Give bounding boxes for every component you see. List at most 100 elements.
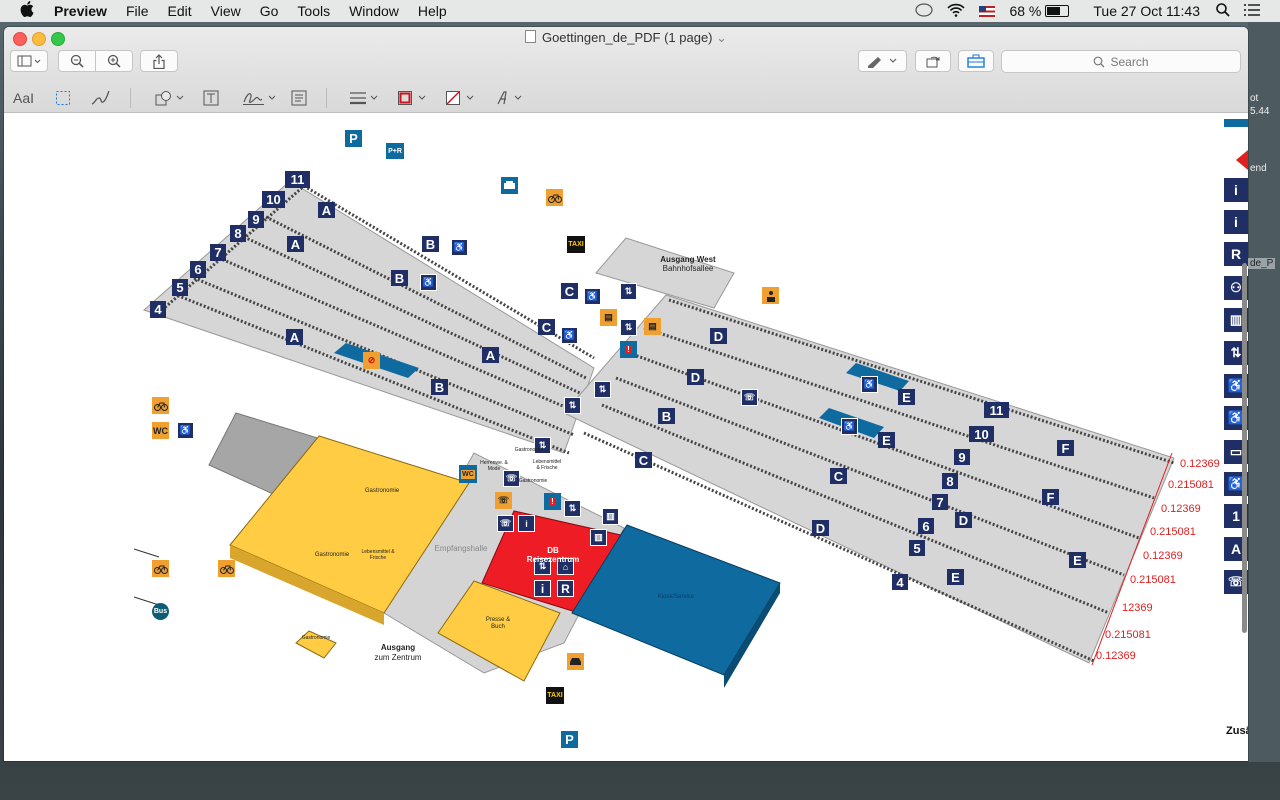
- zoom-out-icon: [70, 54, 84, 68]
- menu-edit[interactable]: Edit: [168, 3, 192, 19]
- elevator-icon: ⇅: [564, 500, 581, 517]
- sector-sign: E: [898, 389, 915, 405]
- sector-sign: A: [286, 329, 303, 345]
- track-number: 5: [909, 540, 925, 556]
- vertical-scrollbar[interactable]: [1242, 263, 1247, 633]
- measurement-label[interactable]: 0.12369: [1161, 503, 1201, 515]
- phone-icon: ☏: [495, 492, 512, 509]
- sector-sign: F: [1057, 440, 1074, 456]
- search-field[interactable]: Search: [1001, 50, 1241, 73]
- zoom-out-button[interactable]: [58, 50, 96, 72]
- title-chevron-icon[interactable]: ⌄: [716, 30, 727, 45]
- bg-text: ot: [1250, 93, 1259, 104]
- bg-text: de_P: [1248, 258, 1276, 269]
- spotlight-search-icon[interactable]: [1216, 2, 1230, 20]
- note-tool[interactable]: [291, 88, 307, 108]
- menu-go[interactable]: Go: [260, 3, 279, 19]
- menu-help[interactable]: Help: [418, 3, 447, 19]
- input-source-flag-icon[interactable]: [979, 5, 996, 17]
- luggage-icon: ▤: [600, 309, 617, 326]
- wc-label: WC: [461, 469, 475, 479]
- measurement-label[interactable]: 0.12369: [1143, 550, 1183, 562]
- rotate-button[interactable]: [915, 50, 951, 72]
- line-style-icon: [350, 92, 378, 105]
- zoom-in-button[interactable]: [95, 50, 133, 72]
- markup-toolbar-button[interactable]: [858, 50, 907, 72]
- track-number: 8: [230, 225, 246, 242]
- battery-percent: 68 %: [1009, 3, 1042, 19]
- toolbox-button[interactable]: [958, 50, 994, 72]
- label-lebensmittel-stair: Lebensmittel & Frische: [532, 459, 562, 471]
- sector-sign: A: [287, 236, 304, 252]
- zoom-in-icon: [107, 54, 121, 68]
- shapes-tool[interactable]: [155, 88, 187, 108]
- elevator-icon: ⇅: [594, 381, 611, 398]
- apple-menu-icon[interactable]: [20, 1, 40, 21]
- toolbar-divider: [326, 88, 327, 108]
- measurement-label[interactable]: 0.12369: [1180, 458, 1220, 470]
- sector-sign: D: [955, 512, 972, 528]
- signature-tool[interactable]: [242, 88, 278, 108]
- text-style-tool[interactable]: [495, 88, 527, 108]
- legend-heading-partial: Zusä: [1226, 725, 1248, 737]
- text-style-icon: [497, 91, 522, 105]
- sector-sign: C: [635, 452, 652, 468]
- measurement-label[interactable]: 0.215081: [1150, 526, 1196, 538]
- rect-selection-tool[interactable]: [55, 88, 71, 108]
- bicycle-icon: [152, 397, 169, 414]
- wifi-icon[interactable]: [947, 3, 966, 20]
- text-box-tool[interactable]: [203, 88, 219, 108]
- battery-icon[interactable]: [1045, 5, 1070, 17]
- share-button[interactable]: [140, 50, 178, 72]
- parking-icon: P: [561, 731, 578, 748]
- measurement-label[interactable]: 0.215081: [1168, 479, 1214, 491]
- pdf-page-view[interactable]: 11 10 9 8 7 6 5 4 11 10 9 8 7 6 5 4 A A …: [4, 113, 1248, 761]
- sidebar-view-button[interactable]: [10, 50, 48, 72]
- fill-color-tool[interactable]: [445, 88, 477, 108]
- wheelchair-icon: ♿: [841, 418, 858, 435]
- signature-icon: [243, 93, 276, 105]
- measurement-label[interactable]: 12369: [1122, 602, 1153, 614]
- sector-sign: F: [1042, 489, 1059, 505]
- window-title-text: Goettingen_de_PDF (1 page): [541, 30, 713, 45]
- border-color-tool[interactable]: [397, 88, 429, 108]
- legend-info-icon: i: [1224, 178, 1248, 202]
- ticket-machine-icon: !: [544, 493, 561, 510]
- menu-tools[interactable]: Tools: [297, 3, 330, 19]
- text-selection-tool[interactable]: AaI: [13, 88, 34, 108]
- label-empfangshalle: Empfangshalle: [434, 544, 488, 553]
- sector-sign: C: [830, 468, 847, 484]
- track-number: 11: [984, 402, 1009, 418]
- label-ausgang-west: Ausgang West: [660, 255, 716, 264]
- measurement-label[interactable]: 0.215081: [1130, 574, 1176, 586]
- bus-stop-icon: Bus: [152, 603, 169, 620]
- track-number: 10: [969, 426, 994, 442]
- measurement-label[interactable]: 0.215081: [1105, 629, 1151, 641]
- menu-window[interactable]: Window: [349, 3, 399, 19]
- sector-sign: D: [710, 328, 727, 344]
- wheelchair-icon: ♿: [177, 422, 194, 439]
- taxi-sign-icon: TAXI: [546, 687, 564, 704]
- info-icon: i: [518, 515, 535, 532]
- note-icon: [291, 90, 307, 106]
- measurement-label[interactable]: 0.12369: [1096, 650, 1136, 662]
- line-style-tool[interactable]: [349, 88, 381, 108]
- clock[interactable]: Tue 27 Oct 11:43: [1093, 3, 1200, 19]
- label-bahnhofsallee: Bahnhofsallee: [662, 264, 714, 273]
- window-title[interactable]: Goettingen_de_PDF (1 page) ⌄: [4, 30, 1248, 46]
- sketch-tool[interactable]: [90, 88, 110, 108]
- menu-status-area: 68 % Tue 27 Oct 11:43: [915, 0, 1280, 22]
- notification-center-icon[interactable]: [1244, 3, 1260, 20]
- wc-icon: WC: [152, 422, 169, 439]
- label-herren-mode: Herrenwe. & Mode: [480, 460, 508, 472]
- no-smoking-icon: ⊘: [363, 352, 380, 369]
- bicycle-icon: [218, 560, 235, 577]
- notification-bubble-icon[interactable]: [915, 2, 934, 20]
- legend-info-icon: i: [1224, 210, 1248, 234]
- menu-file[interactable]: File: [126, 3, 149, 19]
- phone-icon: ☏: [741, 389, 758, 406]
- menu-view[interactable]: View: [211, 3, 241, 19]
- search-icon: [1094, 56, 1105, 67]
- markup-toolbar: AaI: [4, 84, 1248, 112]
- menu-app-name[interactable]: Preview: [54, 3, 107, 19]
